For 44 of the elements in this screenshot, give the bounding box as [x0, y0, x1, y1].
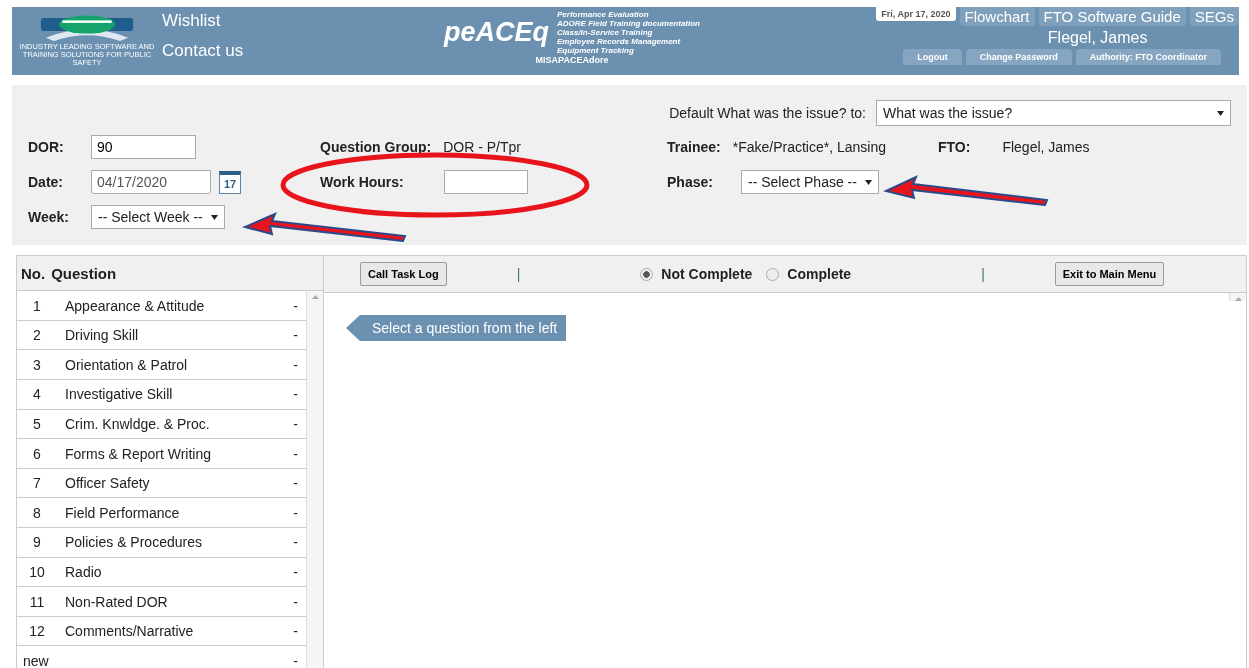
task-log-button[interactable]: Call Task Log	[360, 262, 447, 286]
radio-icon[interactable]	[640, 267, 654, 281]
field-value: *Fake/Practice*, Lansing	[732, 139, 886, 155]
field-label: Week:	[28, 209, 70, 225]
product-line: Employee Records Management	[557, 37, 682, 46]
date-field[interactable]: 04/17/2020	[91, 170, 211, 194]
calendar-button[interactable]: 17	[219, 170, 242, 194]
field-label: Trainee:	[667, 139, 721, 155]
caret-icon	[210, 214, 218, 220]
exit-button[interactable]: Exit to Main Menu	[1054, 262, 1165, 286]
product-line: Class/In-Service Training	[557, 28, 654, 37]
issue-dropdown[interactable]: What was the issue?	[876, 100, 1231, 126]
caret-icon	[864, 179, 872, 185]
week-dropdown[interactable]: -- Select Week --	[91, 205, 225, 229]
separator: |	[981, 266, 985, 282]
field-value: Flegel, James	[1002, 139, 1090, 155]
work-hours-field[interactable]	[443, 170, 528, 194]
scroll-up-icon[interactable]	[1234, 297, 1242, 301]
date-badge: Fri, Apr 17, 2020	[876, 7, 956, 21]
product-name: peACEq	[444, 17, 549, 48]
user-name: Flegel, James	[1047, 29, 1148, 47]
separator: |	[516, 266, 521, 282]
field-label: Work Hours:	[320, 174, 404, 190]
field-label: Default What was the issue? to:	[669, 105, 866, 121]
field-label: FTO:	[938, 139, 971, 155]
caret-icon	[1217, 110, 1224, 116]
status-radio[interactable]: Complete	[766, 266, 852, 282]
field-label: Phase:	[667, 174, 714, 190]
scroll-up-icon[interactable]	[311, 295, 319, 300]
field-label: DOR:	[28, 139, 65, 155]
product-line: ADORE Field Training documentation	[557, 19, 700, 28]
field-label: Question Group:	[320, 139, 432, 155]
product-line: Performance Evaluation	[557, 10, 650, 19]
field-value: DOR - P/Tpr	[443, 139, 521, 155]
phase-dropdown[interactable]: -- Select Phase --	[741, 170, 879, 194]
status-radio[interactable]: Not Complete	[640, 266, 753, 282]
field-label: Date:	[28, 174, 64, 190]
column-header: No.	[21, 264, 46, 282]
hint-callout: Select a question from the left	[346, 315, 567, 341]
radio-icon[interactable]	[766, 267, 780, 281]
site-name: MISAPACEAdore	[535, 55, 609, 65]
product-line: Equipment Tracking	[557, 46, 635, 55]
column-header: Question	[51, 264, 117, 282]
dor-field[interactable]: 90	[91, 135, 196, 159]
